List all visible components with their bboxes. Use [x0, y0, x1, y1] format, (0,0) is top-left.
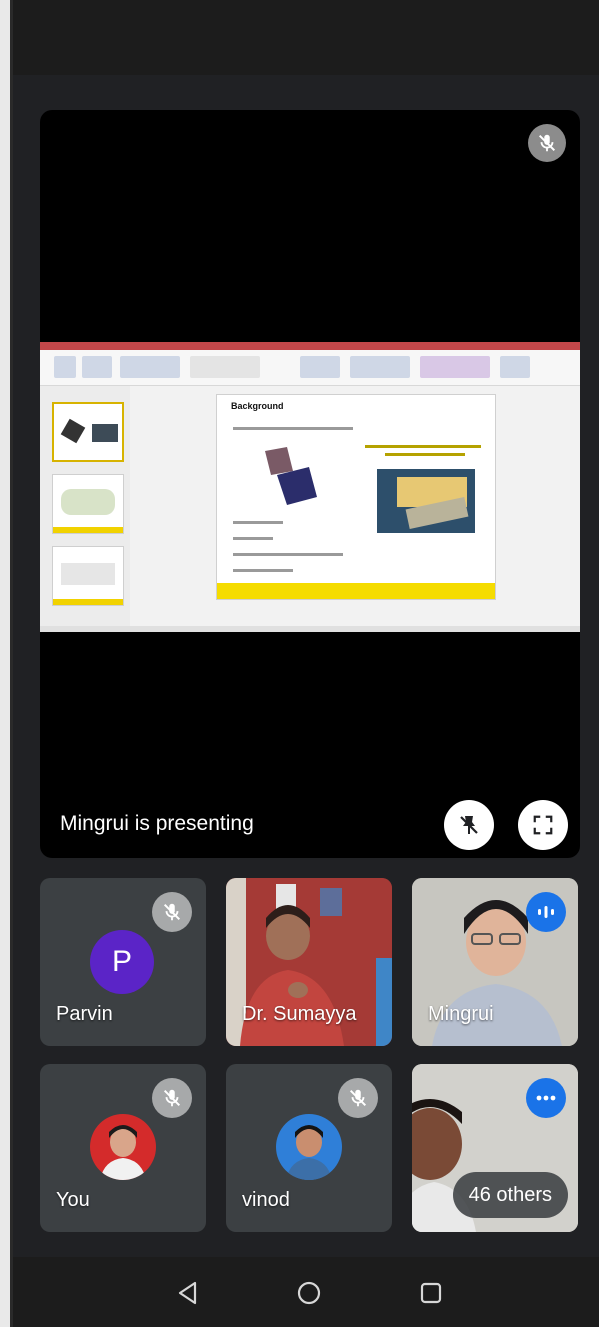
mic-off-icon — [338, 1078, 378, 1118]
speaking-indicator-icon — [526, 892, 566, 932]
slide-text — [233, 427, 353, 430]
avatar — [90, 1114, 156, 1180]
ribbon-icon — [420, 356, 490, 378]
ribbon-icon — [300, 356, 340, 378]
fullscreen-icon — [533, 815, 553, 835]
ribbon-icon — [190, 356, 260, 378]
slide-text — [385, 453, 465, 456]
slide-text — [233, 569, 293, 572]
system-nav-bar — [13, 1257, 599, 1327]
ribbon-icon — [54, 356, 76, 378]
ribbon-icon — [350, 356, 410, 378]
app-titlebar — [40, 342, 580, 350]
unpin-button[interactable] — [444, 800, 494, 850]
slide-text — [233, 553, 343, 556]
avatar — [276, 1114, 342, 1180]
participant-name: Mingrui — [428, 1003, 494, 1025]
participant-name: Dr. Sumayya — [242, 1003, 357, 1025]
recents-icon — [420, 1282, 442, 1304]
participant-tile-parvin[interactable]: P Parvin — [40, 878, 206, 1046]
participant-tile-you[interactable]: You — [40, 1064, 206, 1232]
back-icon — [178, 1281, 197, 1305]
product-image — [377, 469, 475, 533]
device-bezel — [0, 0, 10, 1327]
slide-thumbnails — [40, 386, 130, 626]
mic-off-icon — [152, 892, 192, 932]
slide-thumbnail — [52, 402, 124, 462]
presentation-tile[interactable]: Background Mingrui is presenting — [40, 110, 580, 858]
participant-tile-vinod[interactable]: vinod — [226, 1064, 392, 1232]
status-bar — [13, 0, 599, 75]
slide-footer — [217, 583, 495, 599]
ribbon-icon — [500, 356, 530, 378]
recents-button[interactable] — [409, 1271, 453, 1315]
slide-text — [365, 445, 481, 448]
app-ribbon — [40, 350, 580, 386]
ribbon-icon — [120, 356, 180, 378]
shared-screen: Background — [40, 342, 580, 632]
participant-name: Parvin — [56, 1003, 113, 1025]
slide-text — [233, 537, 273, 540]
slide-thumbnail — [52, 546, 124, 606]
speaking-indicator-icon — [526, 1078, 566, 1118]
others-count-badge: 46 others — [452, 1172, 568, 1218]
fullscreen-button[interactable] — [518, 800, 568, 850]
home-button[interactable] — [287, 1271, 331, 1315]
mic-off-icon — [152, 1078, 192, 1118]
phone-screen: Background Mingrui is presenting P Parvi… — [0, 0, 599, 1327]
avatar: P — [90, 930, 154, 994]
app-statusbar — [40, 626, 580, 632]
participant-tile-dr-sumayya[interactable]: Dr. Sumayya — [226, 878, 392, 1046]
home-icon — [297, 1281, 321, 1305]
presenting-label: Mingrui is presenting — [60, 812, 254, 835]
slide-thumbnail — [52, 474, 124, 534]
participant-tile-others[interactable]: 46 others — [412, 1064, 578, 1232]
device-image — [265, 447, 317, 505]
ribbon-icon — [82, 356, 112, 378]
participant-name: You — [56, 1189, 90, 1211]
slide-text — [233, 521, 283, 524]
participant-tile-mingrui[interactable]: Mingrui — [412, 878, 578, 1046]
back-button[interactable] — [166, 1271, 210, 1315]
mic-off-icon — [528, 124, 566, 162]
slide-title: Background — [231, 401, 284, 411]
unpin-icon — [460, 816, 478, 834]
current-slide: Background — [216, 394, 496, 600]
participant-name: vinod — [242, 1189, 290, 1211]
